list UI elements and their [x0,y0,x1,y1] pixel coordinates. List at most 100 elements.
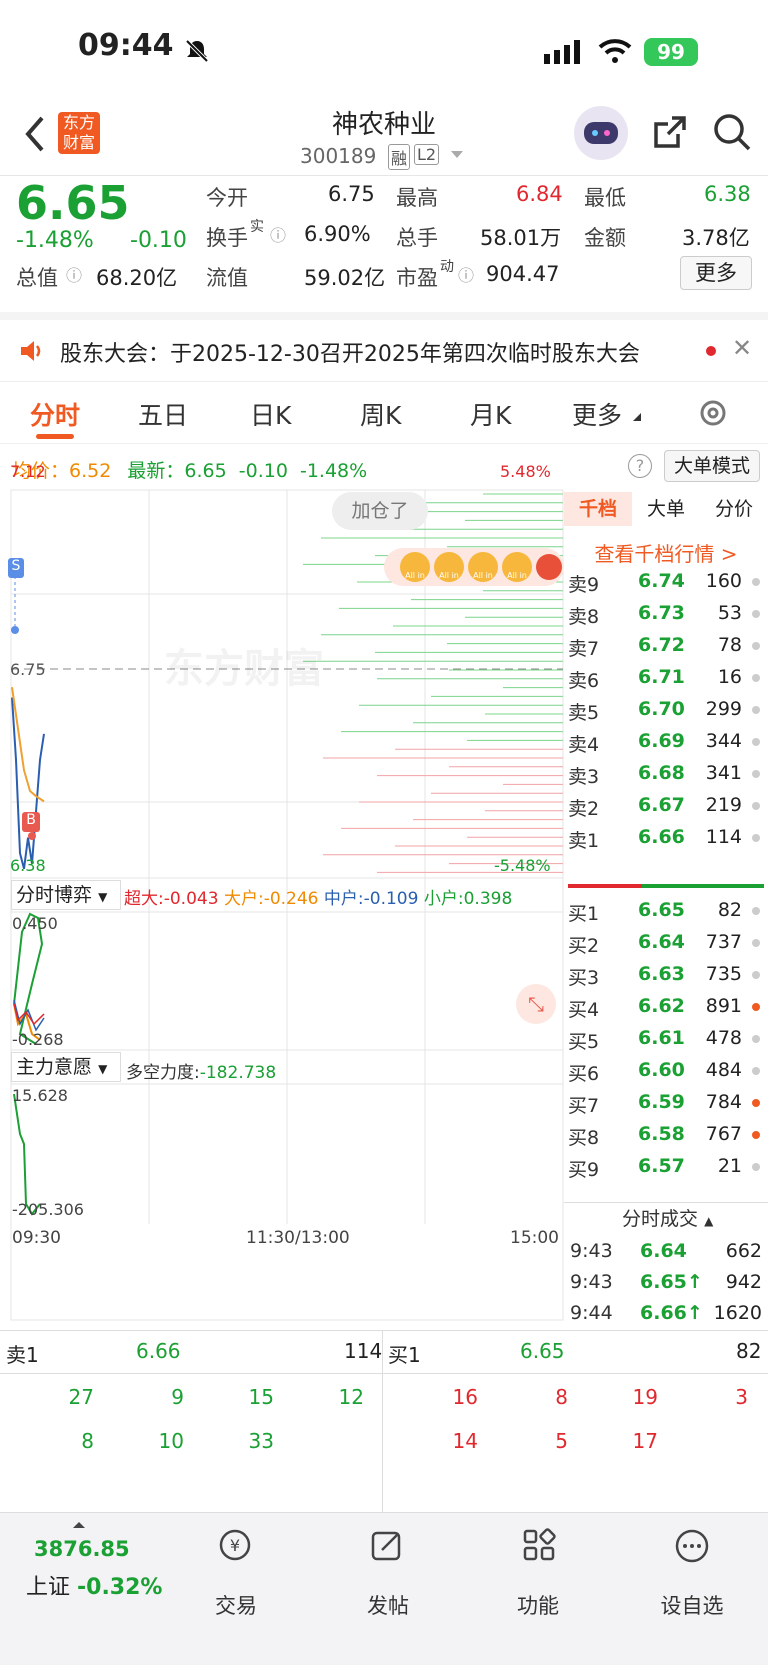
level-price: 6.73 [638,602,685,624]
allin-coin: All in [434,552,464,582]
bid-row[interactable]: 买6 6.60 484 [564,1053,768,1087]
nav-functions[interactable]: 功能 [488,1590,588,1620]
indicator2-top: 15.628 [12,1086,68,1105]
level-volume: 299 [705,698,742,720]
indicator2-selector[interactable]: 主力意愿 ▼ [11,1052,121,1082]
queue-order: 10 [158,1429,184,1453]
status-dot [752,1131,760,1139]
amount: 3.78亿 [682,226,750,250]
index-value[interactable]: 3876.85 [34,1537,130,1561]
ask-row[interactable]: 卖4 6.69 344 [564,724,768,758]
allin-emoji-row[interactable]: All in All in All in All in [384,548,564,586]
field-sup: 实 [250,219,264,235]
info-icon[interactable]: ⓘ [66,262,82,286]
big-order-mode-button[interactable]: 大单模式 [664,450,760,482]
intraday-chart[interactable]: 均价：6.52 最新：6.65 -0.10 -1.48% 7.12 6.75 6… [0,444,564,1324]
ask-row[interactable]: 卖6 6.71 16 [564,660,768,694]
tab-monthly-k[interactable]: 月K [470,396,511,432]
comment-bubble[interactable]: 加仓了 [332,492,428,530]
level-label: 买9 [568,1159,600,1181]
indicator1-top: 0.450 [12,914,58,933]
level-volume: 219 [705,794,742,816]
search-icon[interactable] [712,112,752,152]
ask-row[interactable]: 卖3 6.68 341 [564,756,768,790]
queue-sell-volume: 114 [344,1339,383,1363]
tab-price-volume[interactable]: 分价 [700,492,768,526]
status-dot [752,907,760,915]
trade-icon[interactable]: ¥ [218,1528,252,1562]
status-dot [752,610,760,618]
tab-thousand-levels[interactable]: 千档 [564,492,632,526]
tab-5day[interactable]: 五日 [138,396,188,432]
level-price: 6.71 [638,666,685,688]
close-icon[interactable]: ✕ [732,334,752,362]
last-price: 6.65 [16,176,130,230]
nav-add-watchlist[interactable]: 设自选 [642,1590,742,1620]
tab-big-orders[interactable]: 大单 [632,492,700,526]
mid-label: 中户: [323,889,364,909]
status-dot [752,706,760,714]
buy-marker[interactable]: B [22,812,40,832]
bid-row[interactable]: 买9 6.57 21 [564,1149,768,1183]
nav-post[interactable]: 发帖 [338,1590,438,1620]
trade-price: 6.66↑ [640,1302,703,1324]
trade-volume: 662 [725,1240,762,1262]
notice-bar[interactable]: 股东大会：于2025-12-30召开2025年第四次临时股东大会 ✕ [0,320,768,382]
tab-weekly-k[interactable]: 周K [360,396,401,432]
level-price: 6.63 [638,963,685,985]
mid-value: -0.109 [363,889,419,909]
level-price: 6.65 [638,899,685,921]
functions-icon[interactable] [522,1528,556,1562]
level-volume: 478 [705,1027,742,1049]
post-icon[interactable] [370,1528,404,1562]
y-low-label: 6.38 [10,856,46,875]
bid-row[interactable]: 买2 6.64 737 [564,925,768,959]
level-label: 卖8 [568,606,600,628]
trades-title[interactable]: 分时成交 ▲ [622,1204,713,1231]
tab-daily-k[interactable]: 日K [250,396,291,432]
bid-row[interactable]: 买3 6.63 735 [564,957,768,991]
queue-order: 8 [81,1429,94,1453]
pe-ratio: 904.47 [486,262,560,286]
total-value: 68.20亿 [96,266,178,290]
info-icon[interactable]: ⓘ [458,262,474,286]
bid-row[interactable]: 买1 6.65 82 [564,893,768,927]
add-watchlist-icon[interactable] [674,1528,710,1564]
level-price: 6.57 [638,1155,685,1177]
level-volume: 21 [717,1155,742,1177]
bid-row[interactable]: 买7 6.59 784 [564,1085,768,1119]
ask-row[interactable]: 卖2 6.67 219 [564,788,768,822]
field-label: 市盈 [396,266,438,290]
queue-sell-price: 6.66 [136,1339,181,1363]
more-button[interactable]: 更多 [680,256,752,290]
dropdown-icon[interactable] [450,150,464,160]
small-label: 小户: [423,889,464,909]
bid-row[interactable]: 买8 6.58 767 [564,1117,768,1151]
expand-icon[interactable]: ⤡ [516,984,556,1024]
help-icon[interactable]: ? [628,454,652,478]
ask-row[interactable]: 卖9 6.74 160 [564,564,768,598]
info-icon[interactable]: ⓘ [270,222,286,246]
view-levels-link[interactable]: 查看千档行情 > [564,538,768,567]
bid-row[interactable]: 买4 6.62 891 [564,989,768,1023]
ask-row[interactable]: 卖7 6.72 78 [564,628,768,662]
sell-marker[interactable]: S [8,558,24,578]
indicator1-bottom: -0.268 [12,1030,64,1049]
level-volume: 53 [717,602,742,624]
share-icon[interactable] [650,112,690,152]
tab-more[interactable]: 更多 [572,396,622,432]
status-dot [752,971,760,979]
tab-intraday[interactable]: 分时 [30,396,80,432]
ask-row[interactable]: 卖5 6.70 299 [564,692,768,726]
level-price: 6.59 [638,1091,685,1113]
ask-row[interactable]: 卖1 6.66 114 [564,820,768,854]
bid-row[interactable]: 买5 6.61 478 [564,1021,768,1055]
indicator1-selector[interactable]: 分时博弈 ▼ [11,880,121,910]
nav-trade[interactable]: 交易 [186,1590,286,1620]
index-name[interactable]: 上证 -0.32% [26,1569,162,1601]
sell-ratio-bar [568,884,642,888]
level-price: 6.61 [638,1027,685,1049]
ask-row[interactable]: 卖8 6.73 53 [564,596,768,630]
settings-icon[interactable] [696,396,730,430]
robot-avatar[interactable] [574,106,628,160]
